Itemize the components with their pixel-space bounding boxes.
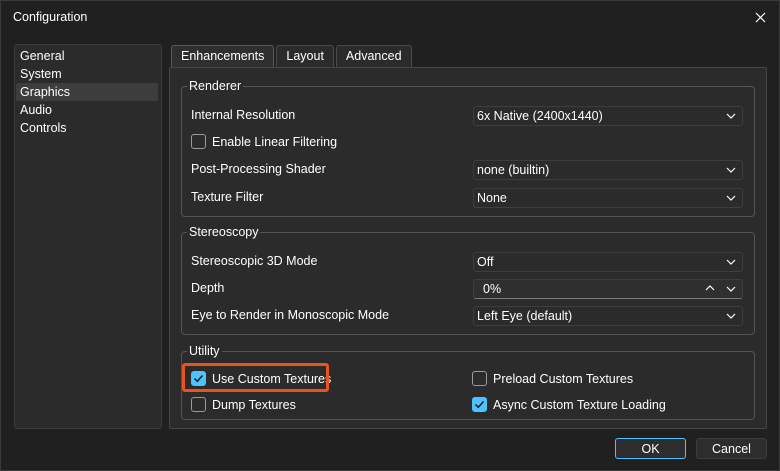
chevron-down-icon [726,167,736,173]
internal-resolution-label: Internal Resolution [191,108,296,122]
sidebar-item-audio[interactable]: Audio [16,101,158,119]
close-button[interactable] [747,5,773,29]
use-custom-textures-label: Use Custom Textures [212,371,332,386]
linear-filtering-label: Enable Linear Filtering [212,134,338,149]
monoscopic-eye-label: Eye to Render in Monoscopic Mode [191,308,390,322]
texture-filter-dropdown[interactable]: None [473,188,743,208]
depth-value: 0% [483,282,502,296]
async-texture-loading-box [472,397,487,412]
preload-custom-textures-label: Preload Custom Textures [493,371,634,386]
title-bar: Configuration [1,1,779,33]
texture-filter-value: None [477,191,507,205]
category-list: General System Graphics Audio Controls [14,44,162,429]
checkmark-icon [193,374,204,383]
post-processing-value: none (builtin) [477,163,550,177]
renderer-group: Renderer Internal Resolution 6x Native (… [181,79,755,217]
linear-filtering-checkbox[interactable]: Enable Linear Filtering [191,134,337,149]
dump-textures-checkbox[interactable]: Dump Textures [191,397,296,412]
tab-layout[interactable]: Layout [276,45,334,67]
depth-label: Depth [191,281,225,295]
async-texture-loading-checkbox[interactable]: Async Custom Texture Loading [472,397,666,412]
use-custom-textures-checkbox[interactable]: Use Custom Textures [191,371,331,386]
internal-resolution-value: 6x Native (2400x1440) [477,109,603,123]
enhancements-panel: Renderer Internal Resolution 6x Native (… [169,67,767,429]
monoscopic-eye-value: Left Eye (default) [477,309,573,323]
post-processing-label: Post-Processing Shader [191,162,326,176]
chevron-down-icon [726,313,736,319]
linear-filtering-box [191,134,206,149]
preload-custom-textures-checkbox[interactable]: Preload Custom Textures [472,371,633,386]
chevron-down-icon [726,195,736,201]
tab-advanced[interactable]: Advanced [335,45,412,67]
configuration-window: Configuration General System Graphics Au… [0,0,780,471]
use-custom-textures-box [191,371,206,386]
tab-enhancements[interactable]: Enhancements [171,45,275,68]
ok-button[interactable]: OK [615,438,686,459]
renderer-group-title: Renderer [187,79,244,93]
sidebar-item-system[interactable]: System [16,65,158,83]
utility-group-title: Utility [187,344,222,358]
preload-custom-textures-box [472,371,487,386]
chevron-down-icon [726,259,736,265]
stereoscopic-mode-label: Stereoscopic 3D Mode [191,254,318,268]
tab-bar: Enhancements Layout Advanced [171,45,414,68]
post-processing-dropdown[interactable]: none (builtin) [473,160,743,180]
stereoscopy-group-title: Stereoscopy [187,225,261,239]
chevron-up-icon[interactable] [704,282,716,294]
sidebar-item-general[interactable]: General [16,47,158,65]
checkmark-icon [474,400,485,409]
chevron-down-icon[interactable] [725,283,737,295]
utility-group: Utility Use Custom Textures Preload Cust… [181,344,755,420]
window-title: Configuration [13,10,88,24]
sidebar-item-controls[interactable]: Controls [16,119,158,137]
stereoscopic-mode-value: Off [477,255,494,269]
monoscopic-eye-dropdown[interactable]: Left Eye (default) [473,306,743,326]
stereoscopic-mode-dropdown[interactable]: Off [473,252,743,272]
texture-filter-label: Texture Filter [191,190,264,204]
async-texture-loading-label: Async Custom Texture Loading [493,397,666,412]
sidebar-item-graphics[interactable]: Graphics [16,83,158,101]
chevron-down-icon [726,113,736,119]
close-icon [755,12,765,22]
internal-resolution-dropdown[interactable]: 6x Native (2400x1440) [473,106,743,126]
dump-textures-box [191,397,206,412]
stereoscopy-group: Stereoscopy Stereoscopic 3D Mode Off Dep… [181,225,755,335]
dump-textures-label: Dump Textures [212,397,296,412]
cancel-button[interactable]: Cancel [696,438,767,459]
depth-spinbox[interactable]: 0% [473,279,743,299]
